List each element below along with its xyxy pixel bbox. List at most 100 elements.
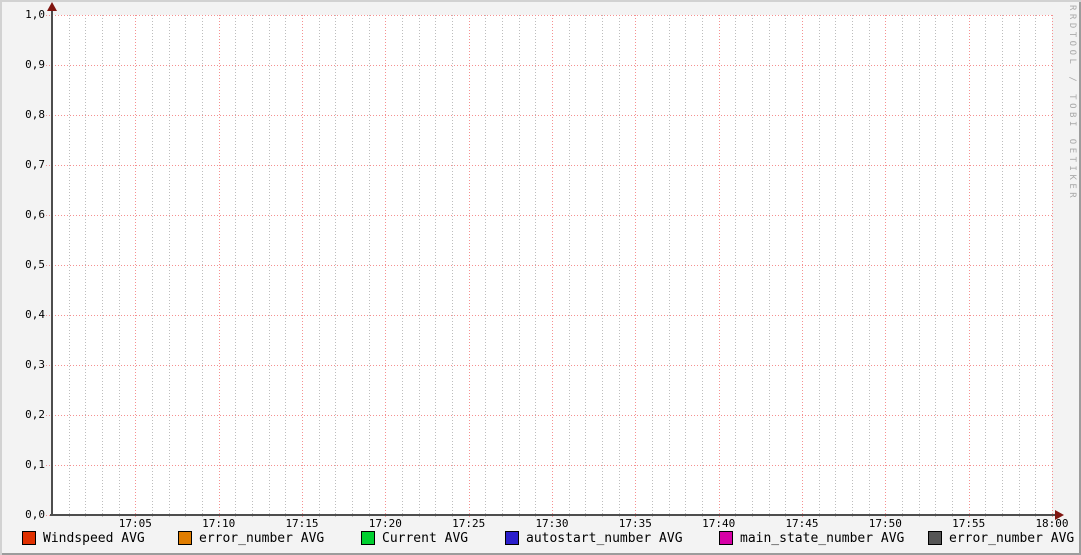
minor-vertical-gridline xyxy=(419,15,420,519)
major-vertical-gridline xyxy=(219,15,220,519)
minor-vertical-gridline xyxy=(985,15,986,519)
major-vertical-gridline xyxy=(385,15,386,519)
legend-swatch xyxy=(178,531,192,545)
minor-vertical-gridline xyxy=(285,15,286,519)
minor-vertical-gridline xyxy=(202,15,203,519)
major-horizontal-gridline xyxy=(46,365,1052,366)
minor-vertical-gridline xyxy=(85,15,86,519)
minor-vertical-gridline xyxy=(902,15,903,519)
minor-vertical-gridline xyxy=(702,15,703,519)
minor-vertical-gridline xyxy=(269,15,270,519)
minor-vertical-gridline xyxy=(835,15,836,519)
y-tick-label: 0,6 xyxy=(0,208,45,221)
minor-vertical-gridline xyxy=(769,15,770,519)
minor-vertical-gridline xyxy=(502,15,503,519)
minor-vertical-gridline xyxy=(735,15,736,519)
y-tick-label: 0,7 xyxy=(0,158,45,171)
legend-label: autostart_number AVG xyxy=(526,532,683,546)
major-vertical-gridline xyxy=(469,15,470,519)
x-tick-label: 17:45 xyxy=(774,517,830,530)
minor-vertical-gridline xyxy=(319,15,320,519)
x-axis-line xyxy=(50,514,1057,516)
minor-vertical-gridline xyxy=(252,15,253,519)
legend-swatch xyxy=(22,531,36,545)
y-tick-label: 0,0 xyxy=(0,508,45,521)
legend-label: Current AVG xyxy=(382,532,468,546)
minor-vertical-gridline xyxy=(335,15,336,519)
legend-label: main_state_number AVG xyxy=(740,532,904,546)
major-horizontal-gridline xyxy=(46,315,1052,316)
y-tick-label: 0,9 xyxy=(0,58,45,71)
x-tick-label: 17:25 xyxy=(441,517,497,530)
major-horizontal-gridline xyxy=(46,165,1052,166)
minor-vertical-gridline xyxy=(685,15,686,519)
legend-swatch xyxy=(928,531,942,545)
minor-vertical-gridline xyxy=(935,15,936,519)
minor-vertical-gridline xyxy=(752,15,753,519)
x-tick-label: 17:40 xyxy=(691,517,747,530)
minor-vertical-gridline xyxy=(1019,15,1020,519)
legend-label: error_number AVG xyxy=(949,532,1074,546)
y-tick-label: 0,5 xyxy=(0,258,45,271)
minor-vertical-gridline xyxy=(569,15,570,519)
major-horizontal-gridline xyxy=(46,465,1052,466)
y-tick-label: 0,1 xyxy=(0,458,45,471)
minor-vertical-gridline xyxy=(819,15,820,519)
minor-vertical-gridline xyxy=(652,15,653,519)
minor-vertical-gridline xyxy=(919,15,920,519)
y-axis-line xyxy=(51,8,53,516)
x-axis-arrow-icon xyxy=(1055,510,1064,520)
minor-vertical-gridline xyxy=(785,15,786,519)
x-tick-label: 17:35 xyxy=(607,517,663,530)
rrdtool-graph: 1,00,90,80,70,60,50,40,30,20,10,0 17:051… xyxy=(0,0,1081,555)
minor-vertical-gridline xyxy=(185,15,186,519)
minor-vertical-gridline xyxy=(619,15,620,519)
x-tick-label: 17:15 xyxy=(274,517,330,530)
minor-vertical-gridline xyxy=(535,15,536,519)
minor-vertical-gridline xyxy=(869,15,870,519)
minor-vertical-gridline xyxy=(519,15,520,519)
y-tick-label: 0,8 xyxy=(0,108,45,121)
major-horizontal-gridline xyxy=(46,115,1052,116)
minor-vertical-gridline xyxy=(485,15,486,519)
minor-vertical-gridline xyxy=(1035,15,1036,519)
minor-vertical-gridline xyxy=(852,15,853,519)
legend-swatch xyxy=(361,531,375,545)
x-tick-label: 17:30 xyxy=(524,517,580,530)
legend-swatch xyxy=(719,531,733,545)
x-tick-label: 17:20 xyxy=(357,517,413,530)
major-horizontal-gridline xyxy=(46,65,1052,66)
major-horizontal-gridline xyxy=(46,265,1052,266)
major-vertical-gridline xyxy=(719,15,720,519)
y-axis-arrow-icon xyxy=(47,2,57,11)
minor-vertical-gridline xyxy=(435,15,436,519)
minor-vertical-gridline xyxy=(452,15,453,519)
y-tick-label: 1,0 xyxy=(0,8,45,21)
x-tick-label: 17:10 xyxy=(191,517,247,530)
major-vertical-gridline xyxy=(802,15,803,519)
major-vertical-gridline xyxy=(885,15,886,519)
minor-vertical-gridline xyxy=(602,15,603,519)
legend-swatch xyxy=(505,531,519,545)
minor-vertical-gridline xyxy=(152,15,153,519)
minor-vertical-gridline xyxy=(369,15,370,519)
minor-vertical-gridline xyxy=(352,15,353,519)
major-vertical-gridline xyxy=(635,15,636,519)
y-tick-label: 0,3 xyxy=(0,358,45,371)
minor-vertical-gridline xyxy=(585,15,586,519)
legend-label: Windspeed AVG xyxy=(43,532,145,546)
y-tick-label: 0,4 xyxy=(0,308,45,321)
major-vertical-gridline xyxy=(1052,15,1053,519)
minor-vertical-gridline xyxy=(102,15,103,519)
minor-vertical-gridline xyxy=(69,15,70,519)
legend-label: error_number AVG xyxy=(199,532,324,546)
major-vertical-gridline xyxy=(302,15,303,519)
x-tick-label: 18:00 xyxy=(1024,517,1080,530)
minor-vertical-gridline xyxy=(1002,15,1003,519)
x-tick-label: 17:05 xyxy=(107,517,163,530)
minor-vertical-gridline xyxy=(119,15,120,519)
minor-vertical-gridline xyxy=(669,15,670,519)
watermark-text: RRDTOOL / TOBI OETIKER xyxy=(1067,5,1077,201)
major-horizontal-gridline xyxy=(46,415,1052,416)
x-tick-label: 17:50 xyxy=(857,517,913,530)
